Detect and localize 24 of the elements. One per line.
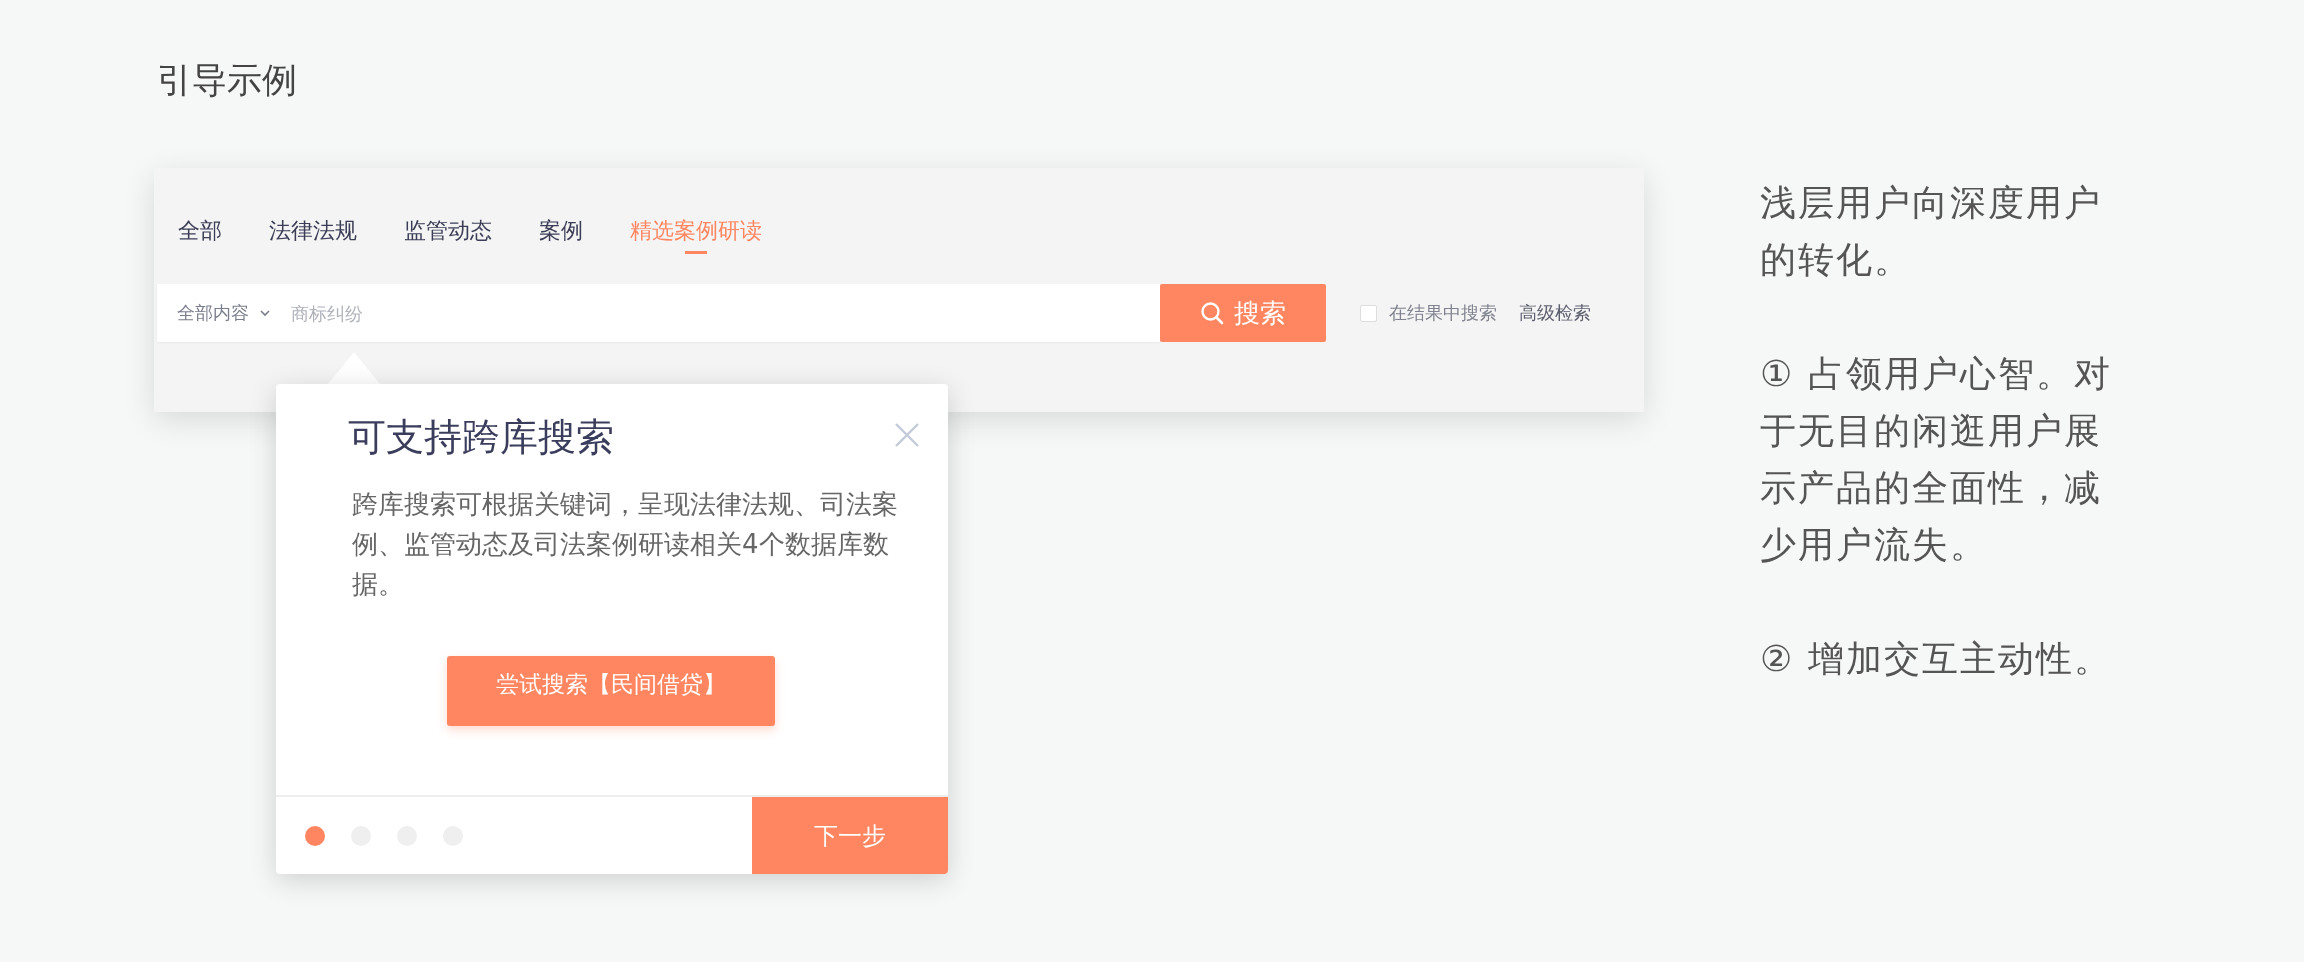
category-tab[interactable]: 全部 [178, 216, 222, 258]
note-paragraph: 浅层用户向深度用户的转化。 [1760, 181, 2103, 282]
close-icon [894, 422, 920, 448]
popup-title: 可支持跨库搜索 [348, 414, 614, 460]
checkbox-label: 在结果中搜索 [1389, 301, 1497, 325]
category-tab[interactable]: 监管动态 [404, 216, 492, 258]
category-tab[interactable]: 精选案例研读 [630, 216, 762, 258]
close-button[interactable] [894, 422, 920, 448]
search-button[interactable]: 搜索 [1160, 284, 1326, 342]
scope-dropdown[interactable]: 全部内容 [177, 301, 271, 325]
try-search-button[interactable]: 尝试搜索【民间借贷】 [447, 656, 775, 726]
advanced-search-link[interactable]: 高级检索 [1519, 301, 1591, 325]
popup-description: 跨库搜索可根据关键词，呈现法律法规、司法案例、监管动态及司法案例研读相关4个数据库数据。 [352, 488, 899, 601]
next-step-button[interactable]: 下一步 [752, 797, 948, 874]
page-heading: 引导示例 [157, 59, 298, 102]
chevron-down-icon [259, 309, 271, 317]
note-paragraph: ② 增加交互主动性。 [1760, 637, 2113, 681]
search-icon [1200, 301, 1224, 325]
category-tab[interactable]: 案例 [539, 216, 583, 258]
search-field[interactable]: 全部内容 商标纠纷 [157, 284, 1160, 342]
category-tab[interactable]: 法律法规 [269, 216, 357, 258]
note-paragraph: ① 占领用户心智。对于无目的闲逛用户展示产品的全面性，减少用户流失。 [1760, 352, 2113, 567]
step-dot[interactable] [305, 825, 325, 846]
checkbox[interactable] [1360, 304, 1377, 322]
